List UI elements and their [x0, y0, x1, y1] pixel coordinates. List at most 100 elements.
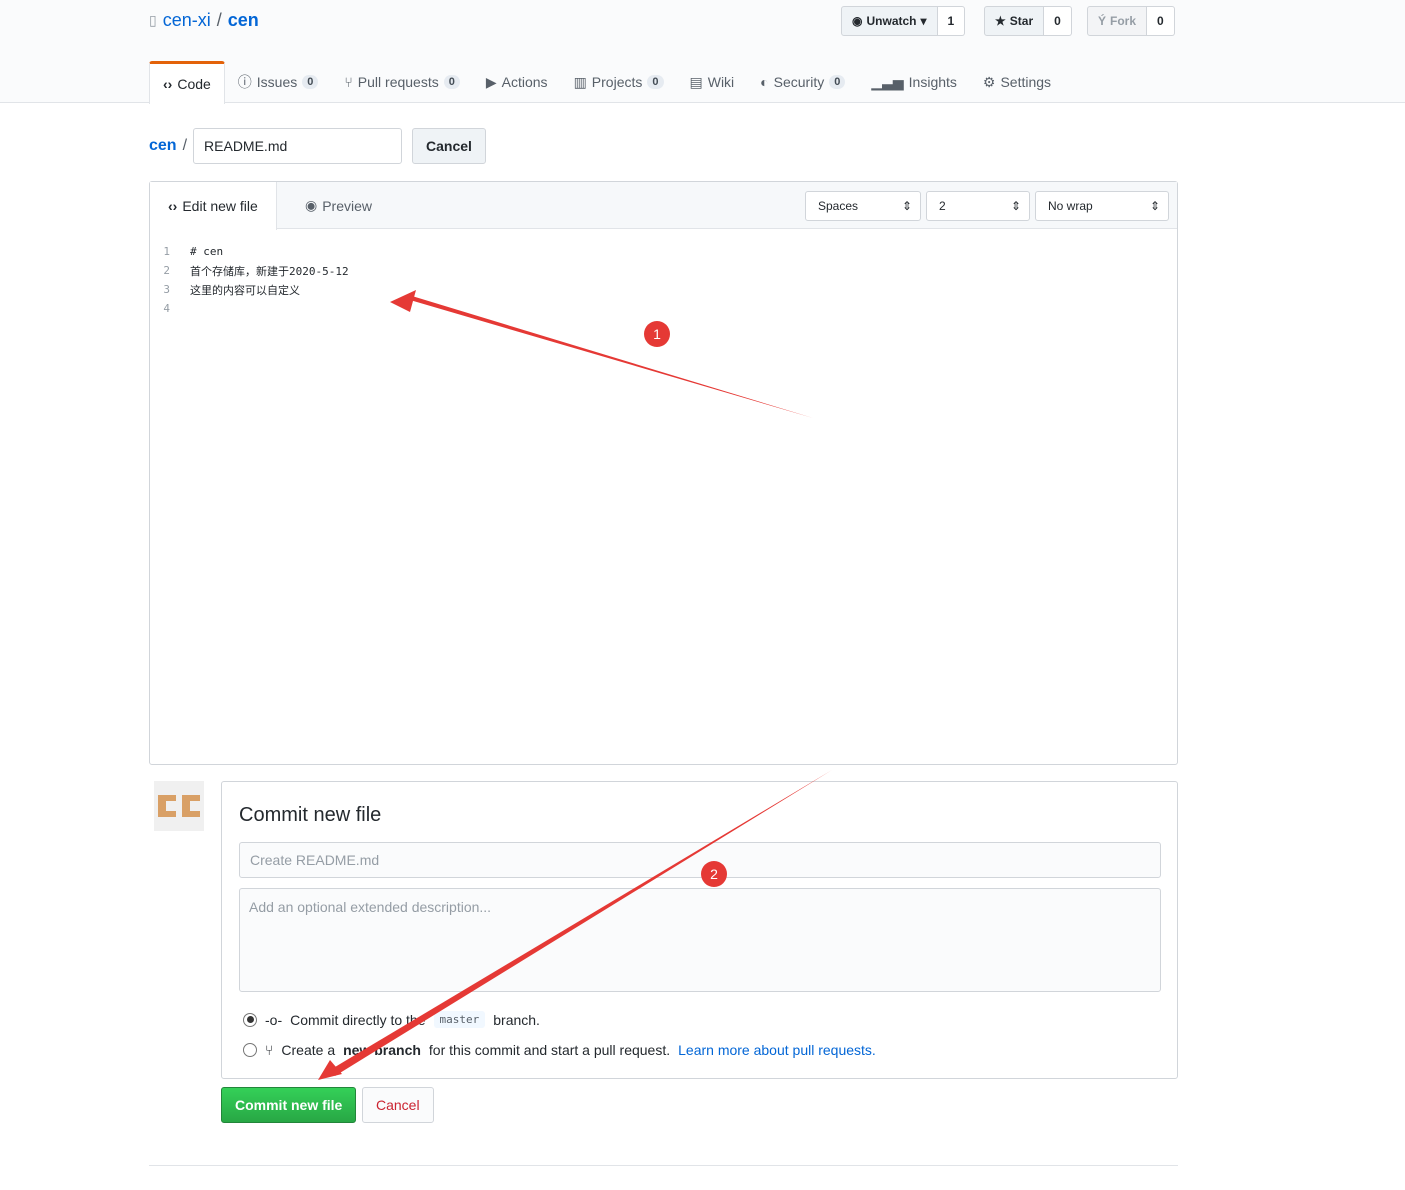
new-branch-option[interactable]: ⑂ Create a new branch for this commit an… — [243, 1042, 876, 1058]
tab-edit-file[interactable]: ‹› Edit new file — [150, 182, 277, 230]
select-value: No wrap — [1048, 199, 1093, 213]
file-path: cen / README.md Cancel — [149, 128, 486, 164]
repo-owner-link[interactable]: cen-xi — [163, 10, 211, 31]
tab-label: Projects — [591, 74, 643, 90]
code-line: 4 — [150, 299, 349, 318]
repo-name-link[interactable]: cen — [228, 10, 259, 31]
line-text: 首个存储库，新建于2020-5-12 — [190, 264, 349, 278]
count-badge: 0 — [829, 75, 846, 89]
tab-label: Settings — [1000, 74, 1052, 90]
code-icon: ‹› — [168, 198, 178, 214]
star-button[interactable]: ★ Star — [984, 6, 1045, 36]
option-text: Create a — [281, 1042, 336, 1058]
unwatch-button[interactable]: ◉ Unwatch ▾ — [841, 6, 938, 36]
code-line: 2 首个存储库，新建于2020-5-12 — [150, 261, 349, 280]
tab-projects[interactable]: ▥ Projects 0 — [561, 61, 677, 103]
learn-more-link[interactable]: Learn more about pull requests. — [678, 1042, 876, 1058]
line-text: 这里的内容可以自定义 — [190, 283, 300, 297]
tab-pull-requests[interactable]: ⑂ Pull requests 0 — [331, 61, 472, 103]
star-group: ★ Star 0 — [984, 6, 1072, 36]
tab-label: Security — [773, 74, 825, 90]
avatar — [154, 781, 204, 831]
separator: / — [216, 10, 222, 30]
commit-description-input[interactable]: Add an optional extended description... — [239, 888, 1161, 992]
gear-icon: ⚙ — [982, 73, 996, 90]
eye-icon: ◉ — [305, 197, 318, 213]
code-line: 3 这里的内容可以自定义 — [150, 280, 349, 299]
annotation-marker-1: 1 — [644, 321, 670, 347]
line-number: 2 — [163, 264, 170, 277]
shield-icon: ◐ — [760, 74, 769, 90]
annotation-marker-2: 2 — [701, 861, 727, 887]
code-icon: ‹› — [163, 76, 173, 92]
eye-icon: ◉ — [852, 14, 863, 28]
star-icon: ★ — [995, 14, 1006, 28]
line-number: 3 — [163, 283, 170, 296]
stars-count[interactable]: 0 — [1044, 6, 1072, 36]
tab-insights[interactable]: ▁▃▅ Insights — [858, 61, 970, 103]
editor-toolbar: ‹› Edit new file ◉ Preview Spaces ⇕ 2 ⇕ No w… — [150, 182, 1177, 230]
code-line: 1 # cen — [150, 242, 349, 261]
tab-settings[interactable]: ⚙ Settings — [970, 61, 1064, 103]
pull-request-icon: ⑂ — [344, 74, 353, 90]
forks-count[interactable]: 0 — [1147, 6, 1175, 36]
issue-icon: ⓘ — [237, 74, 252, 90]
tab-label: Wiki — [707, 74, 735, 90]
commit-new-file-button[interactable]: Commit new file — [221, 1087, 357, 1123]
option-text: Commit directly to the — [290, 1011, 426, 1028]
repo-icon: ▯ — [149, 12, 157, 28]
radio-commit-direct[interactable] — [243, 1012, 257, 1027]
count-badge: 0 — [647, 75, 664, 89]
fork-group: Ý Fork 0 — [1087, 6, 1175, 36]
tab-label: Code — [177, 76, 211, 92]
caret-down-icon: ▾ — [920, 14, 927, 28]
tab-label: Actions — [501, 74, 548, 90]
wrap-mode-select[interactable]: No wrap ⇕ — [1035, 191, 1169, 221]
filename-input[interactable]: README.md — [193, 128, 403, 164]
tab-label: Preview — [322, 197, 373, 214]
code-area[interactable]: 1 # cen 2 首个存储库，新建于2020-5-12 3 这里的内容可以自定义 4 — [150, 242, 349, 318]
graph-icon: ▁▃▅ — [871, 73, 904, 90]
path-root-link[interactable]: cen — [149, 137, 177, 155]
commit-title: Commit new file — [239, 804, 382, 826]
fork-icon: Ý — [1098, 14, 1107, 28]
line-text: # cen — [190, 245, 224, 258]
star-label: Star — [1009, 14, 1034, 28]
fork-label: Fork — [1110, 14, 1137, 28]
count-badge: 0 — [302, 75, 319, 89]
select-value: 2 — [939, 199, 946, 213]
file-editor: ‹› Edit new file ◉ Preview Spaces ⇕ 2 ⇕ No w… — [149, 181, 1178, 765]
pull-request-icon: ⑂ — [265, 1042, 274, 1058]
indent-mode-select[interactable]: Spaces ⇕ — [805, 191, 921, 221]
option-text: branch. — [493, 1011, 540, 1028]
line-number: 4 — [163, 302, 170, 315]
select-arrows-icon: ⇕ — [901, 199, 912, 213]
select-arrows-icon: ⇕ — [1149, 199, 1160, 213]
commit-form: Commit new file Create README.md Add an … — [221, 781, 1178, 1079]
branch-name: master — [433, 1011, 486, 1028]
commit-direct-option[interactable]: -o- Commit directly to the master branch… — [243, 1011, 540, 1028]
radio-new-branch[interactable] — [243, 1043, 257, 1057]
count-badge: 0 — [443, 75, 460, 89]
play-icon: ▶ — [485, 73, 497, 90]
tab-wiki[interactable]: ▤ Wiki — [677, 61, 748, 103]
line-number: 1 — [163, 245, 170, 258]
cancel-commit-button[interactable]: Cancel — [362, 1087, 434, 1123]
commit-summary-input[interactable]: Create README.md — [239, 842, 1161, 878]
tab-issues[interactable]: ⓘ Issues 0 — [225, 61, 332, 103]
option-text: for this commit and start a pull request… — [428, 1042, 671, 1058]
tab-preview[interactable]: ◉ Preview — [287, 182, 390, 229]
tab-code[interactable]: ‹› Code — [149, 61, 225, 104]
cancel-edit-button[interactable]: Cancel — [412, 128, 486, 164]
path-separator: / — [182, 137, 188, 154]
watchers-count[interactable]: 1 — [937, 6, 966, 36]
tab-label: Insights — [908, 74, 957, 90]
fork-button[interactable]: Ý Fork — [1087, 6, 1148, 36]
book-icon: ▤ — [689, 73, 703, 90]
select-value: Spaces — [818, 199, 859, 213]
tab-security[interactable]: ◐ Security 0 — [747, 61, 858, 103]
indent-size-select[interactable]: 2 ⇕ — [926, 191, 1030, 221]
unwatch-label: Unwatch — [866, 14, 917, 28]
tab-actions[interactable]: ▶ Actions — [473, 61, 561, 103]
watch-group: ◉ Unwatch ▾ 1 — [841, 6, 966, 36]
